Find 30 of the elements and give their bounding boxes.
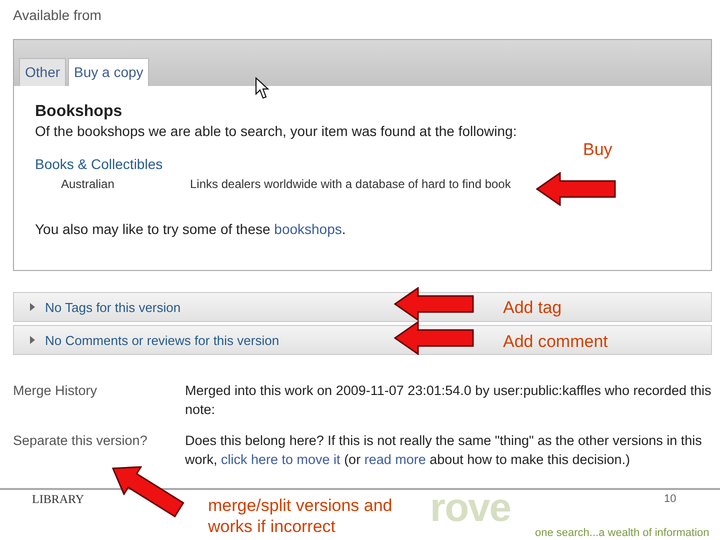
slogan-text: one search...a wealth of information [535, 527, 710, 539]
detail-label: Separate this version? [13, 432, 148, 450]
cursor-icon [255, 77, 269, 99]
tab[interactable]: Other [19, 58, 66, 86]
slide-number: 10 [664, 493, 676, 505]
detail-link[interactable]: read more [364, 452, 426, 467]
arrow-icon [394, 287, 474, 321]
annotation-text: Add comment [503, 332, 608, 352]
detail-link[interactable]: click here to move it [221, 452, 340, 467]
bookshops-title: Bookshops [35, 103, 124, 121]
annotation-text: Add tag [503, 298, 562, 318]
brand-wordmark: rove [430, 490, 510, 526]
arrow-icon [536, 172, 616, 206]
shop-region: Australian [60, 177, 116, 191]
detail-text: Does this belong here? If this is not really the same "thing" as the other versions in this work, click here to move it (or read more about how to make this decision.) [185, 432, 703, 469]
section-heading: Available from [12, 6, 102, 25]
detail-label: Merge History [13, 382, 98, 400]
suggestion-text: You also may like to try some of these bookshops. [35, 221, 347, 237]
detail-text: Merged into this work on 2009-11-07 23:01:54.0 by user:public:kaffles who recorded this note: [185, 382, 712, 419]
bookshops-link[interactable]: bookshops [274, 221, 342, 237]
shop-description: Links dealers worldwide with a database of hard to find book [190, 177, 511, 191]
tab[interactable]: Buy a copy [68, 58, 150, 86]
expander-label: No Comments or reviews for this version [45, 332, 280, 348]
intro-text: Of the bookshops we are able to search, your item was found at the following: [35, 123, 518, 139]
annotation-text: Buy [583, 140, 612, 160]
annotation-text: merge/split versions and works if incorrect [208, 495, 394, 537]
expander-label: No Tags for this version [45, 300, 181, 314]
shop-link[interactable]: Books & Collectibles [35, 156, 163, 172]
arrow-icon [394, 321, 474, 355]
library-logo: LIBRARY [32, 492, 84, 507]
